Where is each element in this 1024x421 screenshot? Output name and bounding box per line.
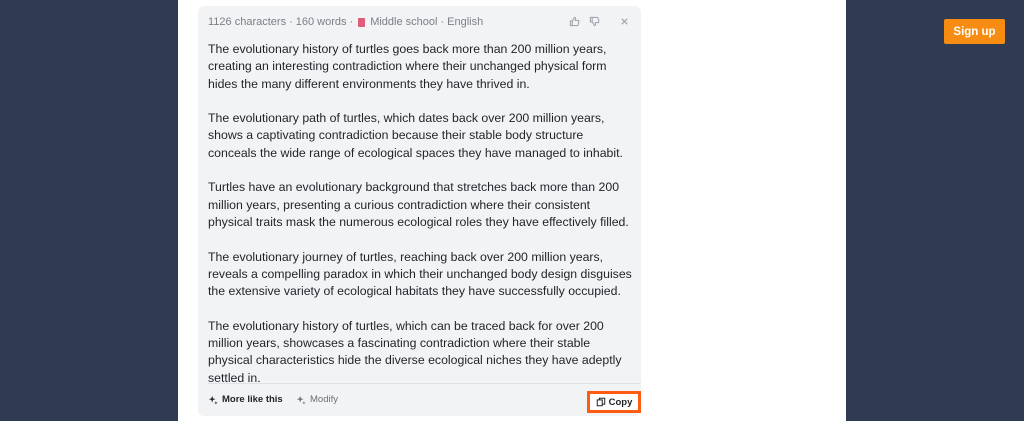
paragraph: The evolutionary path of turtles, which …	[208, 111, 623, 160]
more-like-this-button[interactable]: More like this	[208, 394, 283, 405]
copy-icon	[596, 397, 605, 407]
modify-label: Modify	[310, 394, 338, 405]
main-panel: 1126 characters · 160 words · Middle sch…	[178, 0, 846, 421]
word-count: 160 words	[295, 16, 347, 28]
sign-up-button[interactable]: Sign up	[944, 19, 1005, 44]
reading-level: Middle school	[370, 16, 438, 28]
meta-separator: ·	[349, 16, 354, 28]
divider	[208, 383, 641, 384]
thumbs-up-icon[interactable]	[567, 14, 581, 28]
result-card: 1126 characters · 160 words · Middle sch…	[198, 6, 641, 416]
paragraph: The evolutionary history of turtles goes…	[208, 42, 607, 91]
result-text: The evolutionary history of turtles goes…	[208, 41, 633, 404]
paragraph: The evolutionary journey of turtles, rea…	[208, 249, 632, 299]
meta-separator: ·	[289, 16, 293, 28]
paragraph: The evolutionary history of turtles, whi…	[208, 318, 622, 385]
more-like-this-label: More like this	[222, 394, 283, 405]
card-footer: More like this Modify Copy	[208, 389, 641, 415]
modify-button[interactable]: Modify	[296, 394, 338, 405]
close-icon[interactable]	[617, 14, 631, 28]
sparkle-icon	[296, 395, 306, 405]
copy-label: Copy	[608, 396, 633, 408]
copy-button[interactable]: Copy	[587, 391, 641, 413]
meta-separator: ·	[440, 16, 445, 28]
card-meta: 1126 characters · 160 words · Middle sch…	[208, 16, 483, 28]
book-icon	[358, 17, 366, 27]
paragraph: Turtles have an evolutionary background …	[208, 180, 629, 229]
card-actions	[567, 14, 631, 28]
language: English	[447, 16, 484, 28]
character-count: 1126 characters	[208, 16, 287, 28]
thumbs-down-icon[interactable]	[587, 14, 601, 28]
sparkle-icon	[208, 395, 218, 405]
